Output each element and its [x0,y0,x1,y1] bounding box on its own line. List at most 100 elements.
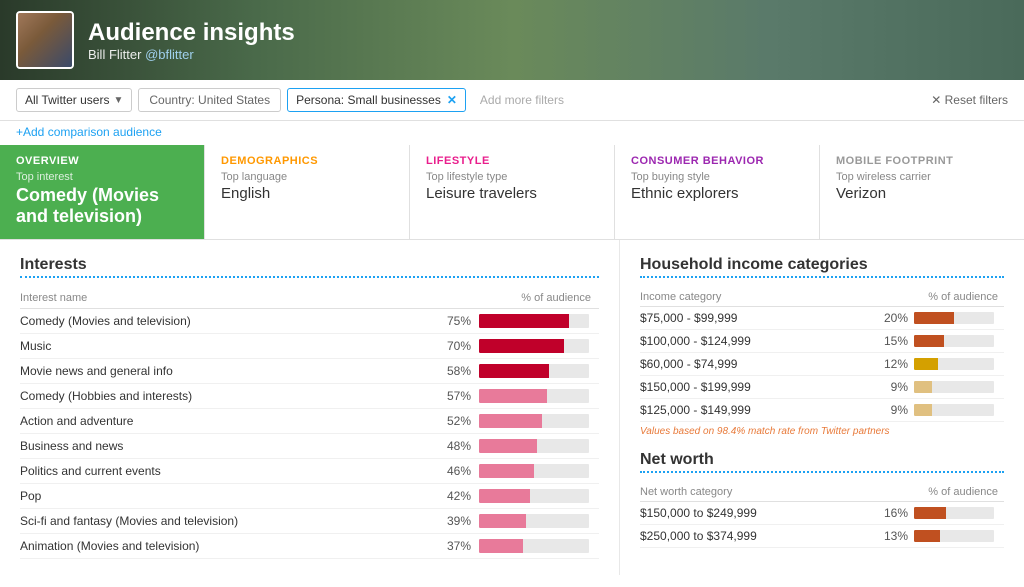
persona-filter-tag[interactable]: Persona: Small businesses ✕ [287,88,466,112]
country-filter[interactable]: Country: United States [138,88,281,112]
filter-bar: All Twitter users ▼ Country: United Stat… [0,80,1024,121]
tab-demographics-label: DEMOGRAPHICS [221,155,393,167]
interests-panel: Interests Interest name % of audience Co… [0,240,620,575]
networth-name: $250,000 to $374,999 [640,525,879,548]
table-row: Animation (Movies and television) 37% [20,534,599,559]
table-row: $150,000 to $249,999 16% [640,502,1004,525]
income-bar [914,353,1004,376]
tab-lifestyle-value: Leisure travelers [426,185,598,202]
interest-name: Politics and current events [20,459,439,484]
interest-bar [479,409,599,434]
interest-bar [479,459,599,484]
add-filters-placeholder[interactable]: Add more filters [472,89,925,111]
networth-bar [914,502,1004,525]
interest-bar [479,384,599,409]
right-panel: Household income categories Income categ… [620,240,1024,575]
table-row: $250,000 to $374,999 13% [640,525,1004,548]
close-icon[interactable]: ✕ [447,93,457,107]
income-bar [914,399,1004,422]
col-interest-pct: % of audience [439,288,599,309]
interest-name: Action and adventure [20,409,439,434]
income-table: Income category % of audience $75,000 - … [640,288,1004,422]
page-title: Audience insights [88,19,295,47]
user-handle: @bflitter [145,47,194,62]
tab-demographics[interactable]: DEMOGRAPHICS Top language English [205,145,410,239]
income-pct: 20% [879,307,914,330]
income-name: $150,000 - $199,999 [640,376,879,399]
interest-bar [479,434,599,459]
col-interest-name: Interest name [20,288,439,309]
tab-overview-sublabel: Top interest [16,171,188,183]
table-row: Politics and current events 46% [20,459,599,484]
interest-bar [479,534,599,559]
interest-pct: 70% [439,334,479,359]
table-row: Music 70% [20,334,599,359]
interest-bar [479,359,599,384]
interest-name: Pop [20,484,439,509]
interest-pct: 39% [439,509,479,534]
tab-demographics-sublabel: Top language [221,171,393,183]
table-row: Business and news 48% [20,434,599,459]
interest-bar [479,334,599,359]
table-row: Sci-fi and fantasy (Movies and televisio… [20,509,599,534]
interest-name: Sci-fi and fantasy (Movies and televisio… [20,509,439,534]
interest-pct: 58% [439,359,479,384]
interest-pct: 46% [439,459,479,484]
interests-divider [20,276,599,278]
tab-overview-label: OVERVIEW [16,155,188,167]
tab-consumer-behavior-label: CONSUMER BEHAVIOR [631,155,803,167]
networth-divider [640,471,1004,473]
networth-bar [914,525,1004,548]
avatar [16,11,74,69]
income-bar [914,330,1004,353]
interest-bar [479,309,599,334]
income-pct: 12% [879,353,914,376]
tab-demographics-value: English [221,185,393,202]
table-row: $60,000 - $74,999 12% [640,353,1004,376]
tab-lifestyle-sublabel: Top lifestyle type [426,171,598,183]
tab-overview-value: Comedy (Movies and television) [16,185,188,227]
tab-consumer-behavior-value: Ethnic explorers [631,185,803,202]
interest-name: Movie news and general info [20,359,439,384]
col-income-pct: % of audience [879,288,1004,307]
income-name: $125,000 - $149,999 [640,399,879,422]
interest-pct: 42% [439,484,479,509]
tab-mobile-footprint-sublabel: Top wireless carrier [836,171,1008,183]
table-row: Action and adventure 52% [20,409,599,434]
interest-bar [479,484,599,509]
user-name: Bill Flitter [88,47,141,62]
interest-bar [479,509,599,534]
col-income-name: Income category [640,288,879,307]
interests-title: Interests [20,256,599,274]
income-bar [914,376,1004,399]
table-row: $125,000 - $149,999 9% [640,399,1004,422]
add-comparison-link[interactable]: +Add comparison audience [0,121,1024,145]
interest-name: Music [20,334,439,359]
chevron-down-icon: ▼ [113,95,123,106]
networth-title: Net worth [640,451,1004,469]
tabs-section: OVERVIEW Top interest Comedy (Movies and… [0,145,1024,240]
table-row: $75,000 - $99,999 20% [640,307,1004,330]
networth-pct: 13% [879,525,914,548]
tab-overview[interactable]: OVERVIEW Top interest Comedy (Movies and… [0,145,205,239]
interest-name: Animation (Movies and television) [20,534,439,559]
header-text: Audience insights Bill Flitter @bflitter [88,19,295,62]
interest-pct: 57% [439,384,479,409]
interest-name: Comedy (Movies and television) [20,309,439,334]
income-pct: 9% [879,376,914,399]
reset-filters-button[interactable]: ✕ Reset filters [931,93,1008,107]
interests-table: Interest name % of audience Comedy (Movi… [20,288,599,559]
networth-pct: 16% [879,502,914,525]
table-row: $100,000 - $124,999 15% [640,330,1004,353]
table-row: Comedy (Hobbies and interests) 57% [20,384,599,409]
tab-consumer-behavior[interactable]: CONSUMER BEHAVIOR Top buying style Ethni… [615,145,820,239]
income-pct: 9% [879,399,914,422]
income-name: $75,000 - $99,999 [640,307,879,330]
tab-lifestyle[interactable]: LIFESTYLE Top lifestyle type Leisure tra… [410,145,615,239]
main-content: Interests Interest name % of audience Co… [0,240,1024,575]
tab-lifestyle-label: LIFESTYLE [426,155,598,167]
tab-mobile-footprint[interactable]: MOBILE FOOTPRINT Top wireless carrier Ve… [820,145,1024,239]
col-networth-pct: % of audience [879,483,1004,502]
audience-dropdown[interactable]: All Twitter users ▼ [16,88,132,112]
header: Audience insights Bill Flitter @bflitter [0,0,1024,80]
